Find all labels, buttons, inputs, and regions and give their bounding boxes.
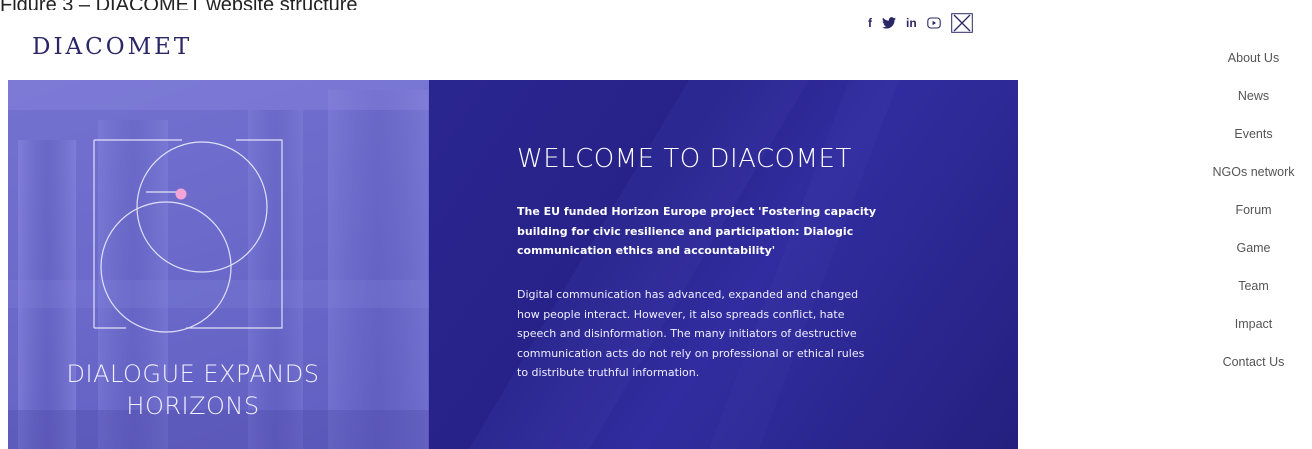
nav-item-events[interactable]: Events [1195,127,1312,141]
page-title: WELCOME TO DIACOMET [517,144,852,174]
nav-item-news[interactable]: News [1195,89,1312,103]
description-line: how people interact. However, it also sp… [517,307,845,321]
project-description: Digital communication has advanced, expa… [517,285,917,383]
nav-item-team[interactable]: Team [1195,279,1312,293]
hero-banner: DIALOGUE EXPANDS HORIZONS WELCOME TO DIA… [8,80,1018,449]
tagline-line: DIALOGUE EXPANDS [66,360,320,388]
linkedin-icon[interactable]: in [906,15,917,31]
nav-item-impact[interactable]: Impact [1195,317,1312,331]
hero-tagline: DIALOGUE EXPANDS HORIZONS [8,358,378,422]
x-icon[interactable] [950,13,973,33]
facebook-icon[interactable]: f [868,15,872,31]
social-links: f in [868,13,973,33]
lead-line: building for civic resilience and partic… [517,224,854,238]
website-screenshot: DIACOMET f in DIALOGUE EXPANDS HORIZONS … [8,10,1018,449]
description-line: communication acts do not rely on profes… [517,346,865,360]
description-line: Digital communication has advanced, expa… [517,288,859,301]
description-line: to distribute truthful information. [517,366,700,379]
nav-item-about-us[interactable]: About Us [1195,51,1312,65]
twitter-icon[interactable] [882,15,896,31]
nav-item-contact-us[interactable]: Contact Us [1195,355,1312,369]
lead-line: communication ethics and accountability' [517,244,776,257]
hero-text-panel: WELCOME TO DIACOMET The EU funded Horizo… [429,80,1018,449]
panel-light-streak [469,80,899,449]
nav-item-forum[interactable]: Forum [1195,203,1312,217]
tagline-line: HORIZONS [126,392,260,420]
nav-item-game[interactable]: Game [1195,241,1312,255]
lead-line: The EU funded Horizon Europe project 'Fo… [517,205,877,218]
hero-image-panel: DIALOGUE EXPANDS HORIZONS [8,80,429,449]
site-logo[interactable]: DIACOMET [32,34,192,60]
project-lead-text: The EU funded Horizon Europe project 'Fo… [517,202,917,261]
description-line: speech and disinformation. The many init… [517,327,857,340]
youtube-icon[interactable] [926,15,941,31]
dialogue-motif-graphic [93,139,283,333]
nav-item-ngos-network[interactable]: NGOs network [1195,165,1312,179]
